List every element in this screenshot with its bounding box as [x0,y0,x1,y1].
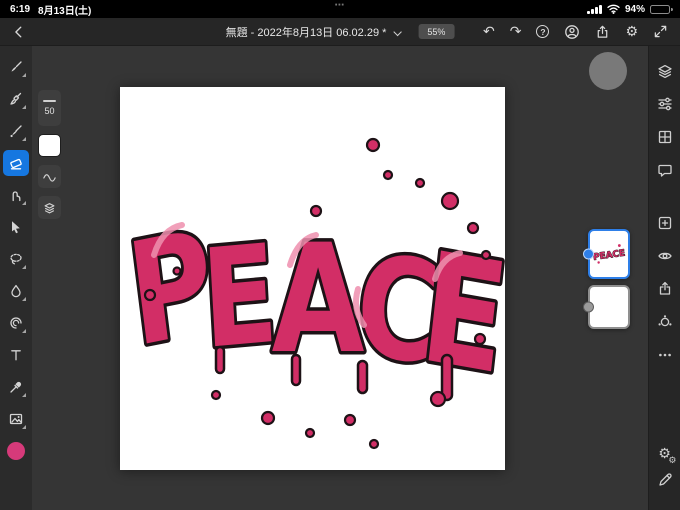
eraser-tool[interactable] [3,150,29,176]
color-swatch-white[interactable] [38,134,61,157]
fresco-app: 6:19 8月13日(土) ⋯ 94% 無題 - 2022年8月13日 06.0… [0,0,680,510]
lasso-tool[interactable] [3,246,29,272]
date: 8月13日(土) [38,5,92,17]
undo-button[interactable]: ↶ [483,25,495,39]
visibility-eye-icon [657,252,672,260]
drawing-canvas[interactable]: P E A C E [120,87,505,470]
document-title[interactable]: 無題 - 2022年8月13日 06.02.29 * [226,24,387,40]
document-header: 無題 - 2022年8月13日 06.02.29 * 55% [226,24,455,40]
pixel-brush-tool[interactable] [3,54,29,80]
battery-percent: 94% [624,3,645,15]
brush-settings-icon [44,202,55,213]
status-right: 94% [587,3,673,15]
tool-options-panel: 50 [38,90,61,219]
brush-size-control[interactable]: 50 [38,90,61,126]
layer-thumbnails: PEACE [583,229,630,329]
layer-art-preview: PEACE [592,244,626,264]
back-chevron-icon [15,25,22,38]
layer-visibility-button[interactable] [652,243,678,269]
adjustments-icon [657,97,672,111]
fill-tool[interactable] [3,278,29,304]
redo-button[interactable]: ↷ [510,25,522,39]
brush-size-value: 50 [44,106,55,116]
pencil-edit-icon [658,473,672,486]
smoothing-curve-icon [43,173,56,182]
grid-panel-button[interactable] [652,124,678,150]
live-brush-tool[interactable] [3,86,29,112]
share-button[interactable] [595,24,610,40]
chevron-down-icon[interactable] [393,28,401,36]
layer-thumbnail-background[interactable] [583,285,630,329]
export-button[interactable] [652,276,678,302]
cellular-icon [587,4,602,14]
add-layer-icon [658,216,671,230]
fullscreen-icon [654,25,667,38]
settings-button[interactable]: ⚙ [625,25,638,39]
share-icon [598,25,608,38]
wifi-icon [607,4,620,14]
status-left: 6:19 8月13日(土) [10,2,91,17]
comments-panel-button[interactable] [652,157,678,183]
layers-icon [657,64,672,79]
adjustments-panel-button[interactable] [652,91,678,117]
touch-shortcut-button[interactable] [589,52,627,90]
account-button[interactable] [564,24,580,40]
move-tool[interactable] [3,214,29,240]
clock: 6:19 [10,3,31,15]
smudge-tool[interactable] [3,182,29,208]
effects-icon [658,315,671,327]
export-icon [659,281,670,295]
fullscreen-button[interactable] [653,24,668,39]
workspace: 50 P E A C E PEACE [32,46,648,510]
layer-badge-selected[interactable] [583,248,594,260]
main-area: 50 P E A C E PEACE ⚙ ⚙ [0,46,680,510]
smoothing-button[interactable] [38,165,61,188]
more-dots-icon [658,353,671,357]
vector-brush-tool[interactable] [3,118,29,144]
liquify-tool[interactable] [3,310,29,336]
status-bar: 6:19 8月13日(土) ⋯ 94% [0,0,680,18]
artwork-letter: A [272,213,365,387]
layers-panel-button[interactable] [652,58,678,84]
help-button[interactable]: ? [536,25,550,38]
eyedropper-tool[interactable] [3,374,29,400]
multitasking-indicator: ⋯ [334,0,346,11]
battery-icon [650,4,673,14]
grid-icon [658,130,671,144]
artwork-letter: E [198,216,281,380]
peace-artwork: P E A C E [120,137,505,450]
brush-settings-button[interactable] [38,196,61,219]
toolbar-actions: ↶ ↷ ? ⚙ [483,24,668,40]
gear-small-icon: ⚙ [668,456,677,466]
app-settings-button[interactable]: ⚙ ⚙ [652,441,678,467]
zoom-level-badge[interactable]: 55% [418,24,455,39]
place-image-tool[interactable] [3,406,29,432]
left-tool-rail [0,46,32,510]
back-button[interactable] [12,25,26,39]
more-options-button[interactable] [652,342,678,368]
top-toolbar: 無題 - 2022年8月13日 06.02.29 * 55% ↶ ↷ ? ⚙ [0,18,680,46]
layer-preview-word: PEACE [593,249,626,263]
edit-toolbar-button[interactable] [652,467,678,493]
layer-badge-background[interactable] [583,301,594,313]
current-color-swatch[interactable] [3,438,29,464]
account-icon [565,24,580,39]
brush-size-preview [43,100,56,102]
right-task-rail: ⚙ ⚙ [648,46,680,510]
add-layer-button[interactable] [652,210,678,236]
effects-button[interactable] [652,309,678,335]
comment-icon [657,164,672,177]
layer-thumbnail-selected[interactable]: PEACE [583,229,630,279]
color-puck [7,442,25,460]
text-tool[interactable] [3,342,29,368]
